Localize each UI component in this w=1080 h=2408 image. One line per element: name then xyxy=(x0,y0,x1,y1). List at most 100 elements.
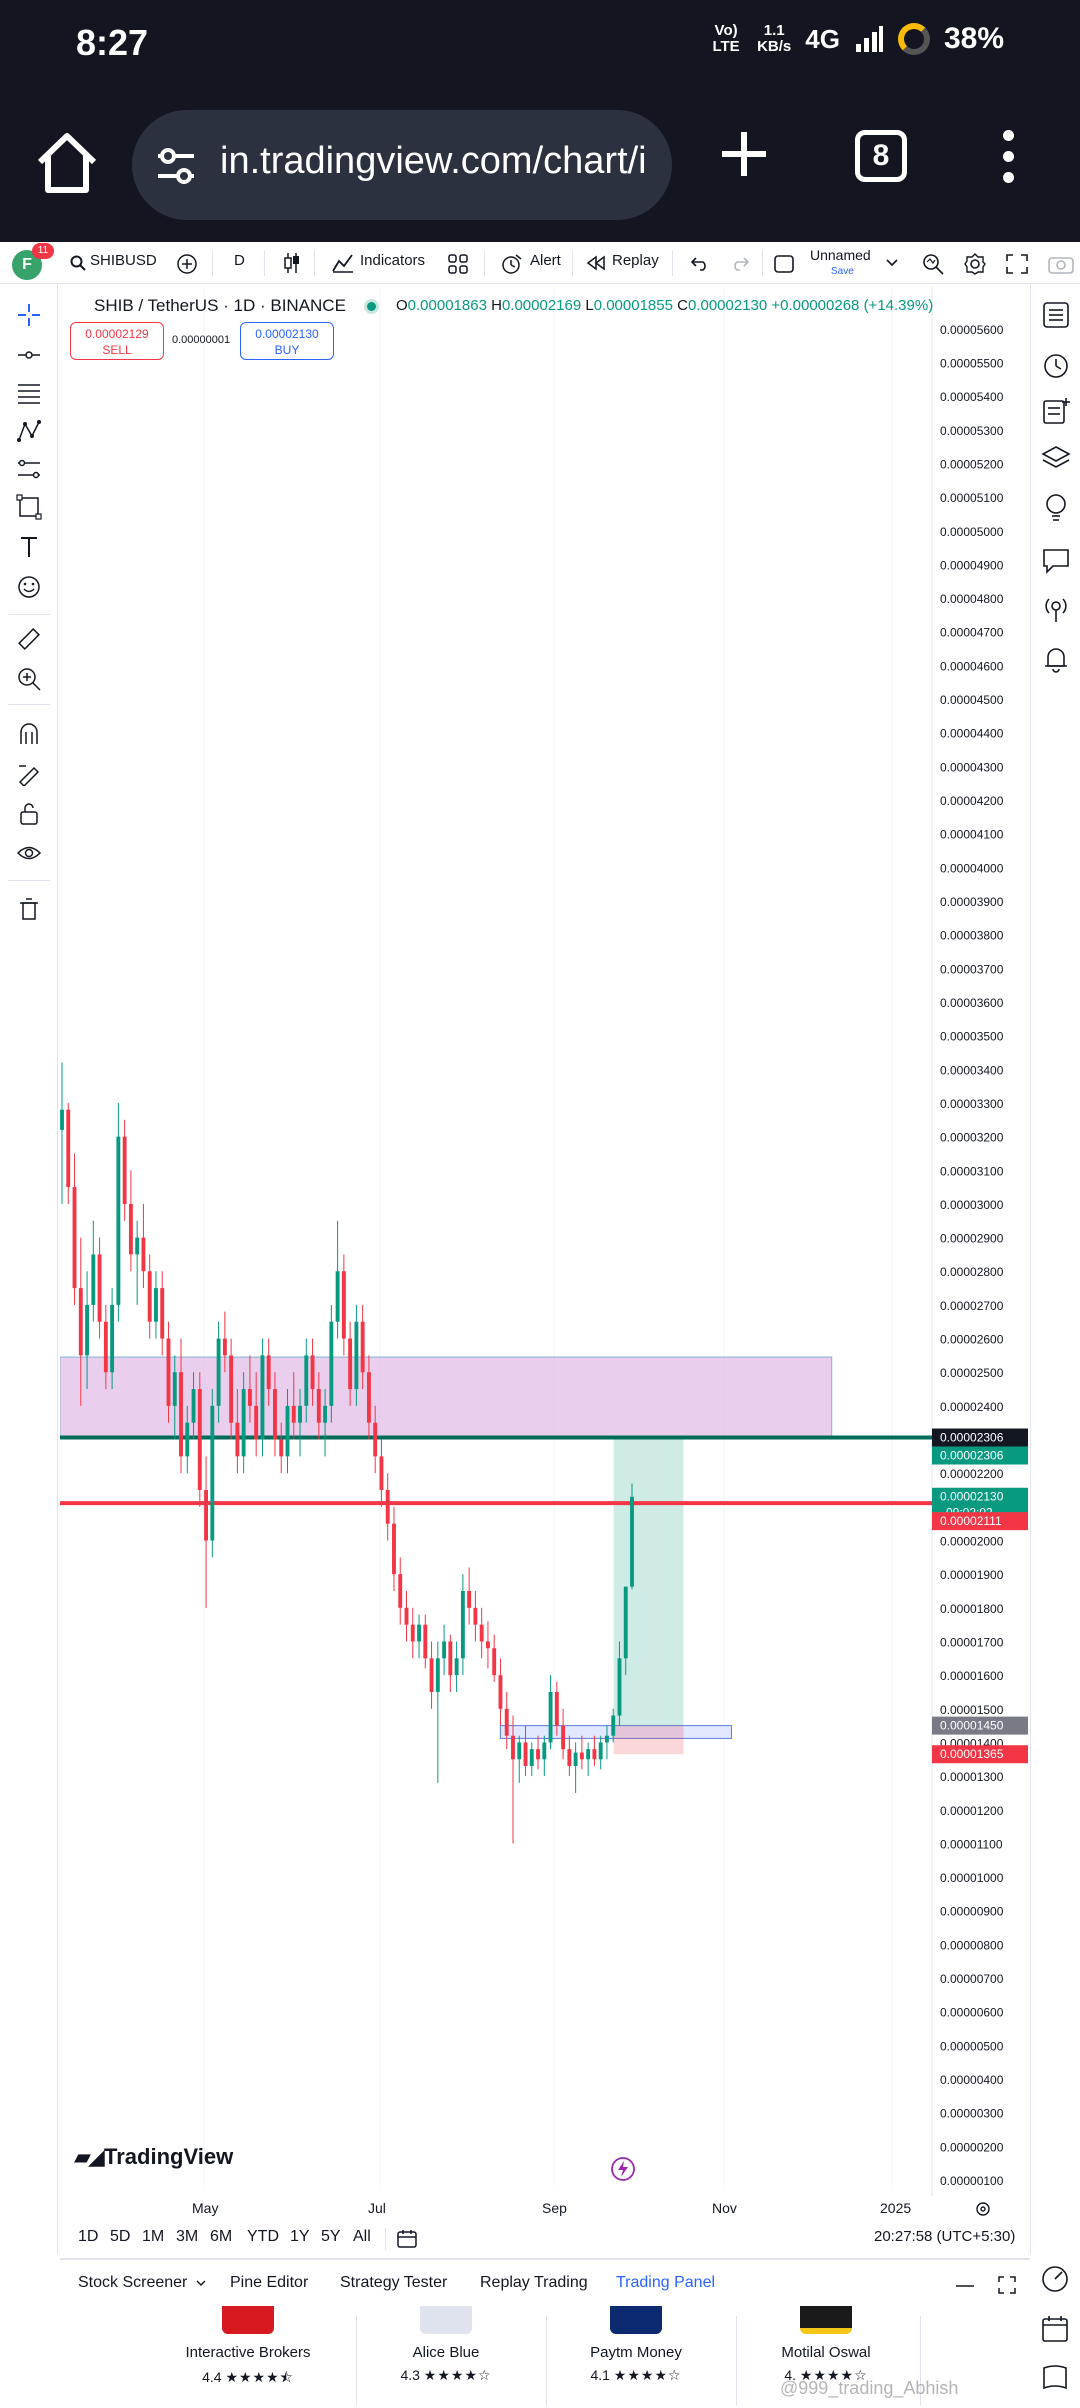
candle-body xyxy=(66,1109,71,1188)
indicators-icon[interactable] xyxy=(332,253,354,273)
broker-card[interactable]: Paytm Money 4.1 ★★★★☆ xyxy=(546,2306,726,2408)
save-label[interactable]: Save xyxy=(831,266,854,277)
search-icon[interactable] xyxy=(70,255,86,271)
ruler-icon[interactable] xyxy=(16,626,42,652)
candle-body xyxy=(473,1607,478,1625)
volte-indicator: Vo) LTE xyxy=(712,22,740,55)
range-1y[interactable]: 1Y xyxy=(290,2228,310,2246)
clock-timezone[interactable]: 20:27:58 (UTC+5:30) xyxy=(874,2228,1015,2245)
new-tab-icon[interactable] xyxy=(718,128,770,180)
home-icon[interactable] xyxy=(32,128,102,198)
range-all[interactable]: All xyxy=(353,2228,371,2246)
y-tick-label: 0.00000600 xyxy=(940,2006,1004,2020)
tab-pine-editor[interactable]: Pine Editor xyxy=(230,2274,308,2292)
quick-search-icon[interactable] xyxy=(922,253,944,275)
range-5d[interactable]: 5D xyxy=(110,2228,130,2246)
candle-type-icon[interactable] xyxy=(282,252,302,274)
candle-body xyxy=(78,1288,83,1356)
forecasting-icon[interactable] xyxy=(16,456,42,482)
watchlist-icon[interactable] xyxy=(1041,300,1071,330)
range-3m[interactable]: 3M xyxy=(176,2228,198,2246)
magnet-icon[interactable] xyxy=(16,720,42,746)
performance-gauge-icon[interactable] xyxy=(1040,2264,1070,2294)
layout-icon[interactable] xyxy=(774,255,794,273)
tab-strategy-tester[interactable]: Strategy Tester xyxy=(340,2274,447,2292)
emoji-icon[interactable] xyxy=(16,574,42,600)
sell-button[interactable]: 0.00002129 SELL xyxy=(70,322,164,360)
redo-icon[interactable] xyxy=(730,255,750,271)
interval-button[interactable]: D xyxy=(234,252,245,269)
broker-card[interactable]: Interactive Brokers 4.4 ★★★★⯪ xyxy=(158,2306,338,2408)
y-tick-label: 0.00000900 xyxy=(940,1905,1004,1919)
range-6m[interactable]: 6M xyxy=(210,2228,232,2246)
broker-card[interactable]: Alice Blue 4.3 ★★★★☆ xyxy=(356,2306,536,2408)
candle-body xyxy=(623,1586,628,1659)
news-icon[interactable] xyxy=(1040,2362,1070,2392)
chevron-down-icon[interactable] xyxy=(196,2280,206,2287)
replay-icon[interactable] xyxy=(586,255,606,271)
pattern-icon[interactable] xyxy=(16,418,42,444)
go-to-date-icon[interactable] xyxy=(396,2229,418,2249)
candle-body xyxy=(379,1456,384,1491)
indicators-button[interactable]: Indicators xyxy=(360,252,425,269)
buy-button[interactable]: 0.00002130 BUY xyxy=(240,322,334,360)
ideas-bulb-icon[interactable] xyxy=(1041,492,1071,522)
layers-icon[interactable] xyxy=(1041,444,1071,474)
crosshair-icon[interactable] xyxy=(16,302,42,328)
object-tree-icon[interactable] xyxy=(1041,396,1071,426)
symbol-title[interactable]: SHIB / TetherUS · 1D · BINANCE xyxy=(94,296,346,315)
broker-name: Interactive Brokers xyxy=(185,2344,311,2361)
geometric-shapes-icon[interactable] xyxy=(16,494,42,520)
eye-icon[interactable] xyxy=(16,840,42,866)
y-tick-label: 0.00003400 xyxy=(940,1063,1004,1077)
replay-button[interactable]: Replay xyxy=(612,252,659,269)
network-speed-unit: KB/s xyxy=(757,38,792,55)
calendar-icon[interactable] xyxy=(1040,2314,1070,2344)
templates-icon[interactable] xyxy=(448,254,468,274)
chevron-down-icon[interactable] xyxy=(886,259,898,267)
streams-icon[interactable] xyxy=(1041,594,1071,624)
tab-trading-panel[interactable]: Trading Panel xyxy=(616,2274,715,2292)
site-settings-icon[interactable] xyxy=(154,144,198,188)
chat-icon[interactable] xyxy=(1041,546,1071,576)
alert-clock-icon[interactable] xyxy=(500,253,522,275)
lightning-icon[interactable] xyxy=(610,2156,636,2182)
undo-icon[interactable] xyxy=(690,255,710,271)
range-ytd[interactable]: YTD xyxy=(247,2228,279,2246)
alerts-clock-icon[interactable] xyxy=(1041,350,1071,380)
chart-toolbar: F 11 SHIBUSD D Indicators Alert Replay U… xyxy=(0,242,1080,284)
candle-body xyxy=(91,1254,96,1305)
camera-icon[interactable] xyxy=(1048,254,1074,274)
compare-symbol-icon[interactable] xyxy=(176,253,198,275)
range-5y[interactable]: 5Y xyxy=(321,2228,341,2246)
candle-body xyxy=(197,1389,202,1491)
browser-menu-icon[interactable] xyxy=(1000,130,1016,186)
fullscreen-icon[interactable] xyxy=(1006,254,1028,274)
tab-stock-screener[interactable]: Stock Screener xyxy=(78,2274,187,2292)
maximize-panel-icon[interactable] xyxy=(998,2276,1016,2294)
lock-icon[interactable] xyxy=(16,800,42,826)
alert-button[interactable]: Alert xyxy=(530,252,561,269)
tab-switcher-button[interactable]: 8 xyxy=(855,130,907,182)
price-chart[interactable]: 0.00005600 0.00005500 0.00005400 0.00005300… xyxy=(60,286,1028,2196)
y-tick-label: 0.00004200 xyxy=(940,794,1004,808)
text-icon[interactable] xyxy=(16,534,42,560)
stay-in-drawing-icon[interactable] xyxy=(16,760,42,786)
zoom-in-icon[interactable] xyxy=(16,666,42,692)
range-1m[interactable]: 1M xyxy=(142,2228,164,2246)
notifications-bell-icon[interactable] xyxy=(1041,644,1071,674)
candle-body xyxy=(630,1496,634,1587)
range-1d[interactable]: 1D xyxy=(78,2228,98,2246)
trash-icon[interactable] xyxy=(16,896,42,922)
fib-retracement-icon[interactable] xyxy=(16,380,42,406)
settings-gear-icon[interactable] xyxy=(964,253,986,275)
layout-name[interactable]: Unnamed xyxy=(810,247,871,263)
address-bar[interactable]: in.tradingview.com/chart/i xyxy=(132,110,672,220)
trend-line-icon[interactable] xyxy=(16,342,42,368)
symbol-search[interactable]: SHIBUSD xyxy=(90,252,157,269)
minimize-panel-icon[interactable] xyxy=(956,2284,974,2288)
tradingview-logo[interactable]: ▰◢TradingView xyxy=(74,2144,233,2170)
chart-area[interactable]: 0.00005600 0.00005500 0.00005400 0.00005300… xyxy=(60,286,1028,2196)
tab-replay-trading[interactable]: Replay Trading xyxy=(480,2274,588,2292)
timezone-settings-icon[interactable] xyxy=(974,2200,992,2218)
